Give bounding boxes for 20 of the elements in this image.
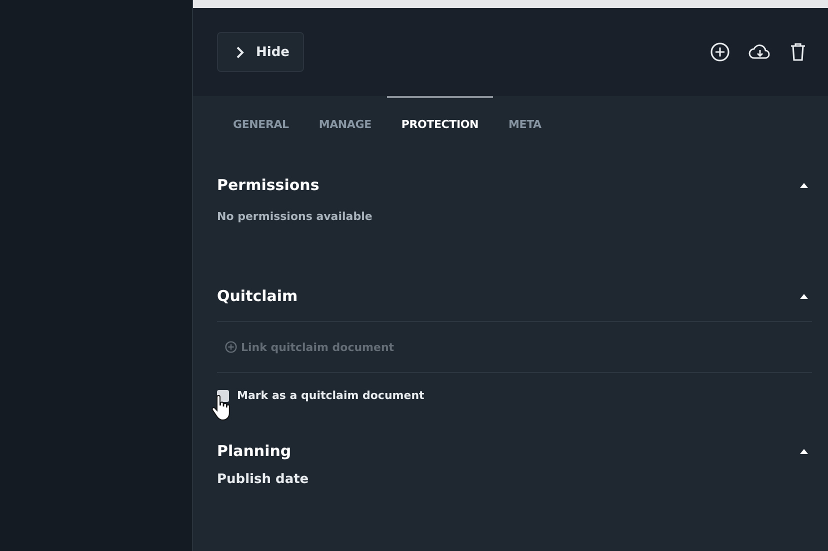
tab[interactable]: PROTECTION: [387, 96, 493, 140]
publish-date-label: Publish date: [217, 472, 310, 487]
caret-icon: [800, 182, 808, 188]
chevron-right-icon: [236, 46, 244, 58]
checkbox-label: Mark as a quitclaim document: [237, 389, 424, 402]
cloud-download-icon[interactable]: [748, 42, 772, 62]
section-header[interactable]: Quitclaim: [217, 281, 812, 311]
section-header[interactable]: Planning: [217, 436, 812, 466]
add-icon[interactable]: [710, 42, 730, 62]
tab[interactable]: MANAGE: [304, 96, 386, 140]
empty-message: No permissions available: [217, 210, 374, 223]
add-icon: [225, 341, 237, 353]
hand-cursor-icon: [211, 395, 231, 421]
caret-icon: [800, 448, 808, 454]
hide-button[interactable]: Hide: [217, 32, 304, 72]
section-header[interactable]: Permissions: [217, 170, 812, 200]
tab[interactable]: META: [494, 96, 556, 140]
trash-icon[interactable]: [790, 42, 806, 62]
tab[interactable]: GENERAL: [219, 96, 303, 140]
caret-icon: [800, 294, 808, 298]
